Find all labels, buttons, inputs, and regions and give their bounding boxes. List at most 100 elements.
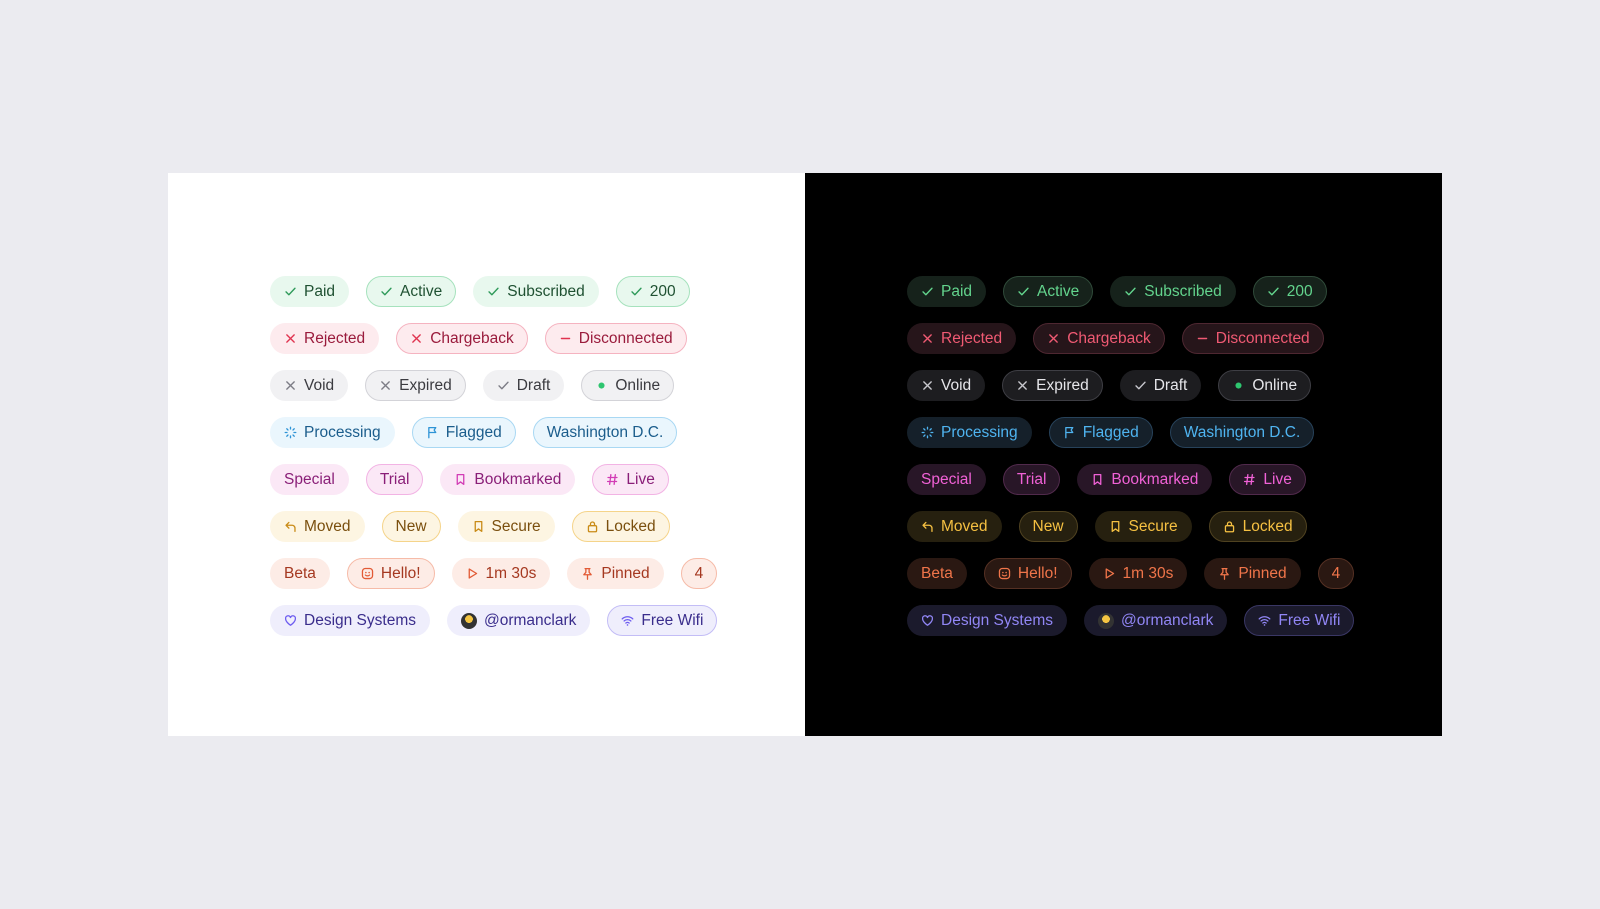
badge-label: Online (1252, 376, 1298, 394)
avatar (1097, 612, 1114, 629)
badge-label: Rejected (304, 329, 366, 347)
badge-label: Beta (284, 564, 316, 582)
badge-design-systems: Design Systems (270, 605, 430, 636)
badge-label: Draft (1153, 376, 1188, 394)
play-icon (1103, 567, 1116, 580)
badge-subscribed: Subscribed (1110, 276, 1236, 307)
badge-rejected: Rejected (270, 323, 380, 354)
dark-theme-panel: Paid Active Subscribed 200 Rejected Chargebac… (805, 173, 1442, 736)
badge-label: @ormanclark (483, 611, 577, 629)
pin-icon (1218, 567, 1231, 580)
badge-row: Moved New Secure Locked (270, 511, 734, 542)
badge-special: Special (907, 464, 986, 495)
badge-label: Bookmarked (474, 470, 562, 488)
badge-label: Expired (1036, 376, 1089, 394)
minus-icon (559, 332, 572, 345)
badge-paid: Paid (270, 276, 350, 307)
badge-label: Rejected (941, 329, 1003, 347)
bookmark-icon (1091, 473, 1104, 486)
badge-label: Processing (304, 423, 381, 441)
x-icon (921, 379, 934, 392)
flag-icon (1063, 426, 1076, 439)
badge-label: Washington D.C. (546, 423, 664, 441)
badge-draft: Draft (1119, 370, 1202, 401)
return-arrow-icon (284, 520, 297, 533)
badge-row: Rejected Chargeback Disconnected (907, 323, 1371, 354)
heart-icon (921, 614, 934, 627)
badge-processing: Processing (907, 417, 1032, 448)
badge-row: Beta Hello! 1m 30s Pinned 4 (270, 558, 734, 589)
badge-label: Subscribed (507, 282, 585, 300)
badge-expired: Expired (1002, 370, 1103, 401)
badge-processing: Processing (270, 417, 395, 448)
badge-beta: Beta (270, 558, 330, 589)
badge-live: Live (1229, 464, 1306, 495)
badge-1m-30s: 1m 30s (451, 558, 551, 589)
badge-chargeback: Chargeback (396, 323, 528, 354)
badge-online: Online (1218, 370, 1312, 401)
badge-active: Active (366, 276, 457, 307)
badge-row: Beta Hello! 1m 30s Pinned 4 (907, 558, 1371, 589)
badge-label: Void (941, 376, 972, 394)
badge-label: Special (921, 470, 972, 488)
play-icon (466, 567, 479, 580)
smiley-icon (998, 567, 1011, 580)
badge-trial: Trial (1002, 464, 1061, 495)
badge-secure: Secure (1094, 511, 1192, 542)
badge-row: Design Systems @ormanclark Free Wifi (270, 605, 734, 636)
badge-label: Free Wifi (1278, 611, 1341, 629)
check-icon (497, 379, 510, 392)
bookmark-icon (472, 520, 485, 533)
hash-icon (1243, 473, 1256, 486)
badge-label: Paid (304, 282, 336, 300)
badge-200: 200 (615, 276, 690, 307)
flag-icon (426, 426, 439, 439)
bookmark-icon (1109, 520, 1122, 533)
badge-label: Chargeback (430, 329, 514, 347)
check-icon (284, 285, 297, 298)
badge-1m-30s: 1m 30s (1088, 558, 1188, 589)
bookmark-icon (454, 473, 467, 486)
badge-free-wifi: Free Wifi (1244, 605, 1355, 636)
badge-label: Moved (304, 517, 351, 535)
badge-label: Disconnected (1215, 329, 1310, 347)
badge-special: Special (270, 464, 349, 495)
badge-expired: Expired (365, 370, 466, 401)
badge-label: Void (304, 376, 335, 394)
badge-flagged: Flagged (411, 417, 516, 448)
spinner-icon (921, 426, 934, 439)
wifi-icon (621, 614, 634, 627)
lock-icon (1223, 520, 1236, 533)
badge-label: Paid (941, 282, 973, 300)
badge-ormanclark: @ormanclark (446, 605, 591, 636)
badge-label: Flagged (1082, 423, 1139, 441)
badge-beta: Beta (907, 558, 967, 589)
badge-chargeback: Chargeback (1033, 323, 1165, 354)
badge-hello: Hello! (346, 558, 435, 589)
avatar (460, 612, 477, 629)
badge-moved: Moved (270, 511, 365, 542)
hash-icon (606, 473, 619, 486)
badge-4: 4 (1317, 558, 1355, 589)
badge-label: Bookmarked (1111, 470, 1199, 488)
pin-icon (581, 567, 594, 580)
dot-icon (1232, 379, 1245, 392)
badge-label: New (395, 517, 427, 535)
badge-row: Void Expired Draft Online (270, 370, 734, 401)
badge-moved: Moved (907, 511, 1002, 542)
x-icon (1016, 379, 1029, 392)
badge-label: Free Wifi (641, 611, 704, 629)
badge-label: Live (1263, 470, 1292, 488)
check-icon (1124, 285, 1137, 298)
wifi-icon (1258, 614, 1271, 627)
badge-disconnected: Disconnected (1181, 323, 1324, 354)
badge-4: 4 (680, 558, 718, 589)
badge-label: 200 (649, 282, 676, 300)
badge-void: Void (270, 370, 349, 401)
check-icon (1017, 285, 1030, 298)
check-icon (1134, 379, 1147, 392)
badge-200: 200 (1252, 276, 1327, 307)
badge-disconnected: Disconnected (544, 323, 687, 354)
check-icon (630, 285, 643, 298)
badge-row: Design Systems @ormanclark Free Wifi (907, 605, 1371, 636)
